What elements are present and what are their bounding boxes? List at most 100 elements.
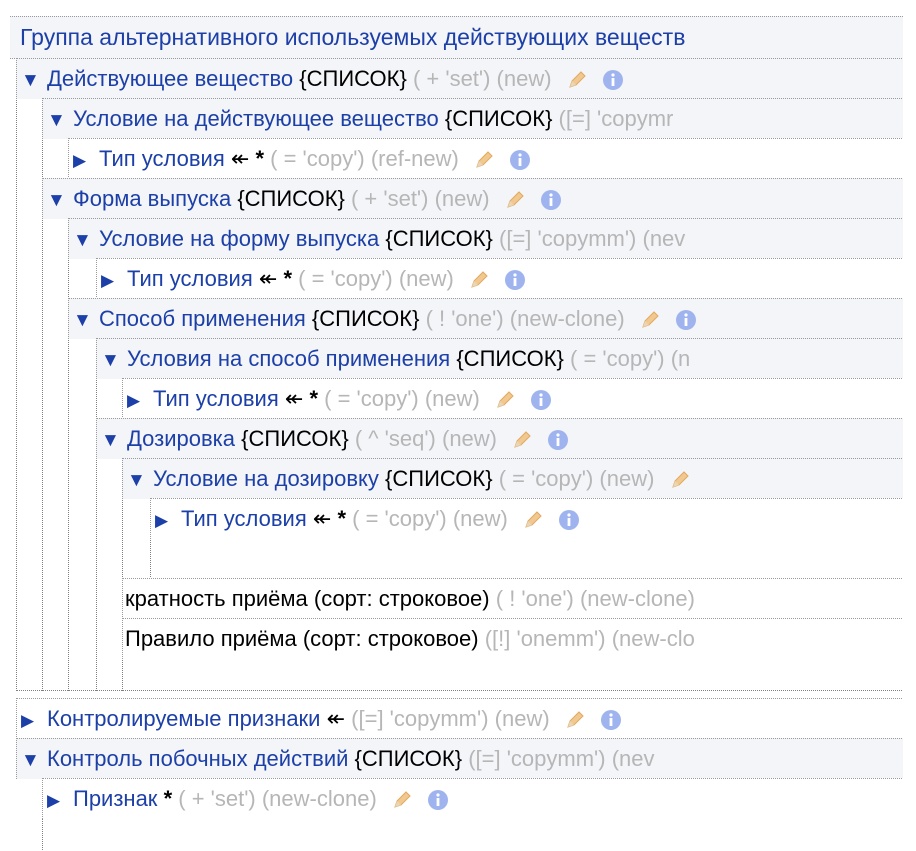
expand-right-icon[interactable]: ▶ (155, 501, 181, 539)
node-name[interactable]: Условие на дозировку (153, 466, 379, 491)
node-tag: {СПИСОК} (299, 66, 407, 91)
info-icon[interactable] (530, 389, 552, 411)
node-meta: ( = 'copy') (ref-new) (270, 146, 459, 171)
node-tag: {СПИСОК} (456, 346, 564, 371)
tree-node-active-substance[interactable]: ▼ Действующее вещество {СПИСОК} ( + 'set'… (16, 58, 903, 99)
pencil-icon[interactable] (669, 469, 691, 491)
tree-attr-intake-frequency[interactable]: кратность приёма (сорт: строковое) ( ! '… (122, 578, 903, 619)
node-tag: {СПИСОК} (444, 106, 553, 131)
node-name[interactable]: Условие на форму выпуска (99, 226, 379, 251)
node-name[interactable]: Контроль побочных действий (47, 746, 348, 771)
required-mark: * (163, 786, 173, 811)
tree-level-6-box (150, 538, 903, 579)
required-mark: * (255, 146, 264, 171)
tree-node-application-method-conditions[interactable]: ▼ Условия на способ применения {СПИСОК} (… (96, 338, 903, 379)
expand-down-icon[interactable]: ▼ (73, 221, 99, 259)
ref-arrow-icon: ↞ (326, 706, 346, 731)
info-icon[interactable] (675, 309, 697, 331)
node-tag: {СПИСОК} (354, 746, 463, 771)
expand-right-icon[interactable]: ▶ (127, 381, 153, 419)
pencil-icon[interactable] (391, 789, 413, 811)
node-meta: ( + 'set') (new-clone) (178, 786, 377, 811)
node-meta: ( = 'copy') (new) (324, 386, 480, 411)
node-name[interactable]: Тип условия (153, 386, 279, 411)
pencil-icon[interactable] (473, 149, 495, 171)
tree-node-controlled-features[interactable]: ▶ Контролируемые признаки ↞ ([=] 'copymm'… (16, 698, 903, 739)
info-icon[interactable] (504, 269, 526, 291)
info-icon[interactable] (509, 149, 531, 171)
node-meta: ( = 'copy') (n (570, 346, 691, 371)
ref-arrow-icon: ↞ (230, 146, 250, 171)
node-name[interactable]: Действующее вещество (47, 66, 293, 91)
node-name[interactable]: Способ применения (99, 306, 306, 331)
expand-right-icon[interactable]: ▶ (21, 701, 47, 739)
tree-node-substance-condition[interactable]: ▼ Условие на действующее вещество {СПИСОК… (42, 98, 903, 139)
ref-arrow-icon: ↞ (284, 386, 304, 411)
node-meta: ([=] 'copymm') (nev (468, 746, 655, 771)
node-tag: {СПИСОК} (241, 426, 349, 451)
node-meta: ([!] 'onemm') (new-clo (484, 626, 695, 651)
node-name[interactable]: Тип условия (127, 266, 253, 291)
expand-down-icon[interactable]: ▼ (21, 61, 47, 99)
node-tag: {СПИСОК} (385, 466, 493, 491)
tree-node-release-form[interactable]: ▼ Форма выпуска {СПИСОК} ( + 'set') (new) (42, 178, 903, 219)
tree-node-condition-type[interactable]: ▶ Тип условия ↞ * ( = 'copy') (ref-new) (68, 138, 903, 179)
pencil-icon[interactable] (468, 269, 490, 291)
ref-arrow-icon: ↞ (258, 266, 278, 291)
expand-right-icon[interactable]: ▶ (101, 261, 127, 299)
info-icon[interactable] (547, 429, 569, 451)
node-meta: ( = 'copy') (new) (498, 466, 655, 491)
node-meta: ( ! 'one') (new-clone) (425, 306, 625, 331)
expand-down-icon[interactable]: ▼ (47, 181, 73, 219)
expand-down-icon[interactable]: ▼ (21, 741, 47, 779)
tree-node-condition-type[interactable]: ▶ Тип условия ↞ * ( = 'copy') (new) (150, 498, 903, 539)
tree-node-condition-type[interactable]: ▶ Тип условия ↞ * ( = 'copy') (new) (122, 378, 903, 419)
node-name[interactable]: Условие на действующее вещество (73, 106, 439, 131)
info-icon[interactable] (540, 189, 562, 211)
pencil-icon[interactable] (566, 69, 588, 91)
node-meta: ( = 'copy') (new) (352, 506, 508, 531)
tree-node-condition-type[interactable]: ▶ Тип условия ↞ * ( = 'copy') (new) (96, 258, 903, 299)
required-mark: * (309, 386, 318, 411)
tree-node-side-effects-control[interactable]: ▼ Контроль побочных действий {СПИСОК} ([=… (16, 738, 903, 779)
attr-name[interactable]: кратность приёма (сорт: строковое) (125, 586, 490, 611)
node-meta: ( ! 'one') (new-clone) (495, 586, 695, 611)
tree-node-application-method[interactable]: ▼ Способ применения {СПИСОК} ( ! 'one') (… (68, 298, 903, 339)
node-tag: {СПИСОК} (385, 226, 493, 251)
pencil-icon[interactable] (522, 509, 544, 531)
tree-node-release-form-condition[interactable]: ▼ Условие на форму выпуска {СПИСОК} ([=] … (68, 218, 903, 259)
node-name[interactable]: Признак (73, 786, 157, 811)
tree-attr-intake-rule[interactable]: Правило приёма (сорт: строковое) ([!] 'o… (122, 618, 903, 659)
expand-down-icon[interactable]: ▼ (101, 421, 127, 459)
pencil-icon[interactable] (639, 309, 661, 331)
info-icon[interactable] (558, 509, 580, 531)
expand-right-icon[interactable]: ▶ (47, 781, 73, 819)
attr-name[interactable]: Правило приёма (сорт: строковое) (125, 626, 479, 651)
pencil-icon[interactable] (511, 429, 533, 451)
node-tag: {СПИСОК} (237, 186, 345, 211)
node-name[interactable]: Тип условия (99, 146, 225, 171)
expand-down-icon[interactable]: ▼ (47, 101, 73, 139)
expand-down-icon[interactable]: ▼ (101, 341, 127, 379)
pencil-icon[interactable] (504, 189, 526, 211)
node-name[interactable]: Тип условия (181, 506, 307, 531)
node-name[interactable]: Условия на способ применения (127, 346, 450, 371)
tree-node-dosage[interactable]: ▼ Дозировка {СПИСОК} ( ^ 'seq') (new) (96, 418, 903, 459)
node-name[interactable]: Дозировка (127, 426, 235, 451)
tree-node-dosage-condition[interactable]: ▼ Условие на дозировку {СПИСОК} ( = 'copy… (122, 458, 903, 499)
node-name[interactable]: Форма выпуска (73, 186, 231, 211)
info-icon[interactable] (600, 709, 622, 731)
tree-panel: Группа альтернативного используемых дейс… (0, 0, 903, 851)
info-icon[interactable] (427, 789, 449, 811)
node-meta: ([=] 'copymm') (new) (351, 706, 550, 731)
pencil-icon[interactable] (494, 389, 516, 411)
node-meta: ([=] 'copymm') (nev (499, 226, 686, 251)
node-name[interactable]: Контролируемые признаки (47, 706, 320, 731)
tree-node-feature[interactable]: ▶ Признак * ( + 'set') (new-clone) (42, 778, 903, 819)
expand-down-icon[interactable]: ▼ (73, 301, 99, 339)
info-icon[interactable] (602, 69, 624, 91)
expand-down-icon[interactable]: ▼ (127, 461, 153, 499)
expand-right-icon[interactable]: ▶ (73, 141, 99, 179)
group-header-title: Группа альтернативного используемых дейс… (20, 24, 686, 50)
pencil-icon[interactable] (564, 709, 586, 731)
